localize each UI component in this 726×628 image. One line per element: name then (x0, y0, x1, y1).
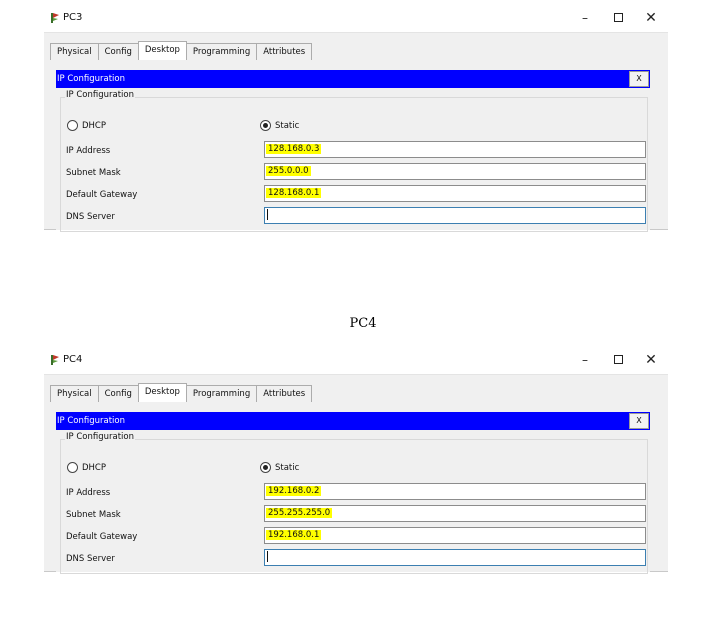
tab-strip: Physical Config Desktop Programming Attr… (44, 32, 668, 64)
maximize-button[interactable] (610, 10, 626, 26)
static-option[interactable]: Static (260, 120, 299, 131)
ip-address-value: 128.168.0.3 (266, 144, 322, 154)
dhcp-option[interactable]: DHCP (67, 120, 106, 131)
tab-physical[interactable]: Physical (50, 43, 99, 60)
close-button[interactable]: ✕ (643, 10, 659, 26)
maximize-icon (613, 355, 623, 364)
ip-address-value: 192.168.0.2 (266, 486, 322, 496)
dns-server-label: DNS Server (66, 212, 115, 222)
tab-programming[interactable]: Programming (185, 385, 258, 402)
pc-app-icon (51, 355, 59, 365)
subnet-mask-label: Subnet Mask (66, 168, 121, 178)
maximize-button[interactable] (610, 352, 626, 368)
window-title: PC3 (63, 12, 83, 23)
static-label: Static (275, 462, 300, 473)
desktop-content: IP Configuration X IP Configuration DHCP… (44, 406, 668, 574)
default-gateway-label: Default Gateway (66, 190, 138, 200)
default-gateway-input[interactable]: 128.168.0.1 (264, 185, 646, 202)
dhcp-label: DHCP (82, 462, 106, 473)
default-gateway-value: 192.168.0.1 (266, 530, 322, 540)
maximize-icon (613, 13, 623, 22)
ip-config-title: IP Configuration (57, 74, 125, 84)
tab-desktop[interactable]: Desktop (137, 41, 187, 60)
ip-config-title: IP Configuration (57, 416, 125, 426)
ip-address-input[interactable]: 128.168.0.3 (264, 141, 646, 158)
close-button[interactable]: ✕ (643, 352, 659, 368)
tab-config[interactable]: Config (97, 385, 139, 402)
title-bar: PC3 – ✕ (44, 6, 668, 30)
static-option[interactable]: Static (260, 462, 299, 473)
default-gateway-value: 128.168.0.1 (266, 188, 322, 198)
tab-attributes[interactable]: Attributes (256, 385, 313, 402)
tab-config[interactable]: Config (97, 43, 139, 60)
tab-programming[interactable]: Programming (185, 43, 258, 60)
caption: PC4 (349, 316, 377, 331)
static-label: Static (275, 120, 300, 131)
pc-app-icon (51, 13, 59, 23)
ip-config-close-button[interactable]: X (629, 71, 649, 87)
group-label: IP Configuration (65, 90, 135, 100)
subnet-mask-label: Subnet Mask (66, 510, 121, 520)
text-cursor (267, 551, 268, 562)
dhcp-radio[interactable] (67, 462, 78, 473)
tab-attributes[interactable]: Attributes (256, 43, 313, 60)
subnet-mask-value: 255.255.255.0 (266, 508, 333, 518)
tab-strip: Physical Config Desktop Programming Attr… (44, 374, 668, 406)
dhcp-option[interactable]: DHCP (67, 462, 106, 473)
static-radio[interactable] (260, 462, 271, 473)
default-gateway-label: Default Gateway (66, 532, 138, 542)
default-gateway-input[interactable]: 192.168.0.1 (264, 527, 646, 544)
ip-address-label: IP Address (66, 488, 111, 498)
desktop-content: IP Configuration X IP Configuration DHCP… (44, 64, 668, 232)
tab-physical[interactable]: Physical (50, 385, 99, 402)
static-radio[interactable] (260, 120, 271, 131)
ip-address-input[interactable]: 192.168.0.2 (264, 483, 646, 500)
text-cursor (267, 209, 268, 220)
ip-config-title-bar: IP Configuration X (56, 412, 650, 430)
ip-config-group: IP Configuration DHCP Static IP Address … (60, 90, 648, 232)
ip-config-title-bar: IP Configuration X (56, 70, 650, 88)
ip-config-close-button[interactable]: X (629, 413, 649, 429)
dhcp-radio[interactable] (67, 120, 78, 131)
title-bar: PC4 – ✕ (44, 348, 668, 372)
subnet-mask-value: 255.0.0.0 (266, 166, 311, 176)
ip-config-group: IP Configuration DHCP Static IP Address … (60, 432, 648, 574)
dns-server-input[interactable] (264, 207, 646, 224)
subnet-mask-input[interactable]: 255.0.0.0 (264, 163, 646, 180)
dns-server-input[interactable] (264, 549, 646, 566)
ip-address-label: IP Address (66, 146, 111, 156)
group-label: IP Configuration (65, 432, 135, 442)
dns-server-label: DNS Server (66, 554, 115, 564)
tab-desktop[interactable]: Desktop (137, 383, 187, 402)
window-title: PC4 (63, 354, 83, 365)
minimize-button[interactable]: – (577, 352, 593, 368)
dhcp-label: DHCP (82, 120, 106, 131)
subnet-mask-input[interactable]: 255.255.255.0 (264, 505, 646, 522)
minimize-button[interactable]: – (577, 10, 593, 26)
